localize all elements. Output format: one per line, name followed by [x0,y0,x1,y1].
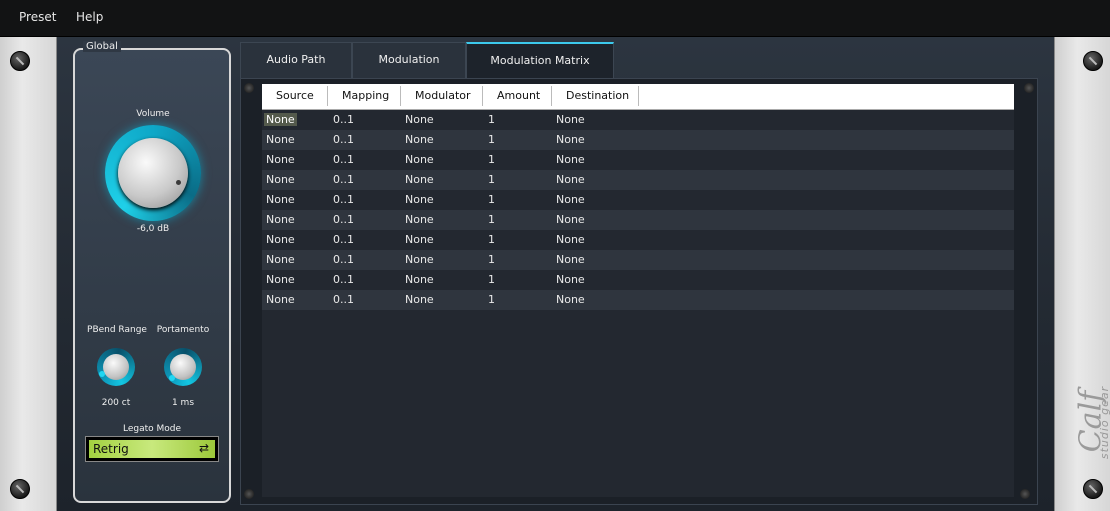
cell-destination[interactable]: None [556,213,585,226]
cell-modulator[interactable]: None [405,213,434,226]
table-row[interactable]: None 0..1 None 1 None [262,230,1014,250]
cell-modulator[interactable]: None [405,253,434,266]
cell-source[interactable]: None [266,213,295,226]
volume-value: -6,0 dB [136,224,170,234]
cell-source[interactable]: None [264,113,297,126]
cell-modulator[interactable]: None [405,133,434,146]
cell-destination[interactable]: None [556,293,585,306]
legato-label: Legato Mode [122,424,182,434]
corner-screw-icon [244,83,254,93]
menu-preset[interactable]: Preset [19,10,56,24]
cell-amount[interactable]: 1 [488,193,495,206]
screw-icon [1083,479,1103,499]
cell-modulator[interactable]: None [405,293,434,306]
cell-destination[interactable]: None [556,273,585,286]
cell-mapping[interactable]: 0..1 [333,293,354,306]
cell-destination[interactable]: None [556,153,585,166]
cell-source[interactable]: None [266,133,295,146]
cell-amount[interactable]: 1 [488,293,495,306]
portamento-knob[interactable] [164,348,202,386]
pbend-value: 200 ct [101,398,131,408]
menu-bar: Preset Help [0,0,1110,37]
rack-ear-left [0,37,57,511]
tab-modulation[interactable]: Modulation [352,42,466,78]
col-mapping[interactable]: Mapping [342,89,389,102]
cell-amount[interactable]: 1 [488,253,495,266]
cell-destination[interactable]: None [556,193,585,206]
cell-source[interactable]: None [266,173,295,186]
volume-label: Volume [136,109,170,119]
screw-icon [10,479,30,499]
global-title: Global [83,41,121,52]
cell-mapping[interactable]: 0..1 [333,213,354,226]
cell-mapping[interactable]: 0..1 [333,253,354,266]
screw-icon [10,51,30,71]
corner-screw-icon [1024,83,1034,93]
swap-arrows-icon: ⇄ [199,441,210,455]
cell-destination[interactable]: None [556,253,585,266]
cell-mapping[interactable]: 0..1 [333,173,354,186]
cell-amount[interactable]: 1 [488,233,495,246]
cell-modulator[interactable]: None [405,153,434,166]
table-row[interactable]: None 0..1 None 1 None [262,250,1014,270]
cell-mapping[interactable]: 0..1 [333,113,354,126]
col-modulator[interactable]: Modulator [415,89,471,102]
table-row[interactable]: None 0..1 None 1 None [262,270,1014,290]
cell-modulator[interactable]: None [405,273,434,286]
menu-help[interactable]: Help [76,10,103,24]
matrix-header: Source Mapping Modulator Amount Destinat… [262,84,1014,110]
cell-amount[interactable]: 1 [488,173,495,186]
table-row[interactable]: None 0..1 None 1 None [262,290,1014,310]
cell-amount[interactable]: 1 [488,273,495,286]
portamento-label: Portamento [156,325,210,335]
volume-knob[interactable] [105,125,201,221]
col-source[interactable]: Source [276,89,314,102]
cell-mapping[interactable]: 0..1 [333,193,354,206]
table-row[interactable]: None 0..1 None 1 None [262,150,1014,170]
table-row[interactable]: None 0..1 None 1 None [262,170,1014,190]
table-row[interactable]: None 0..1 None 1 None [262,210,1014,230]
cell-modulator[interactable]: None [405,233,434,246]
cell-amount[interactable]: 1 [488,153,495,166]
cell-mapping[interactable]: 0..1 [333,133,354,146]
cell-modulator[interactable]: None [405,173,434,186]
cell-mapping[interactable]: 0..1 [333,273,354,286]
tab-audio-path[interactable]: Audio Path [240,42,352,78]
cell-destination[interactable]: None [556,133,585,146]
table-row[interactable]: None 0..1 None 1 None [262,110,1014,130]
cell-source[interactable]: None [266,273,295,286]
legato-value: Retrig [93,442,129,456]
tab-modulation-matrix[interactable]: Modulation Matrix [466,42,614,78]
calf-logo: Calf studio gear [1073,385,1110,460]
cell-amount[interactable]: 1 [488,213,495,226]
cell-destination[interactable]: None [556,173,585,186]
pbend-knob[interactable] [97,348,135,386]
cell-modulator[interactable]: None [405,113,434,126]
corner-screw-icon [1020,489,1030,499]
cell-source[interactable]: None [266,293,295,306]
cell-mapping[interactable]: 0..1 [333,153,354,166]
portamento-value: 1 ms [171,398,195,408]
cell-modulator[interactable]: None [405,193,434,206]
cell-source[interactable]: None [266,153,295,166]
cell-source[interactable]: None [266,193,295,206]
col-destination[interactable]: Destination [566,89,629,102]
col-amount[interactable]: Amount [497,89,540,102]
corner-screw-icon [244,489,254,499]
cell-amount[interactable]: 1 [488,113,495,126]
legato-mode-select[interactable]: Retrig ⇄ [85,436,219,462]
cell-source[interactable]: None [266,253,295,266]
screw-icon [1083,51,1103,71]
cell-amount[interactable]: 1 [488,133,495,146]
cell-mapping[interactable]: 0..1 [333,233,354,246]
cell-source[interactable]: None [266,233,295,246]
cell-destination[interactable]: None [556,233,585,246]
cell-destination[interactable]: None [556,113,585,126]
table-row[interactable]: None 0..1 None 1 None [262,130,1014,150]
pbend-label: PBend Range [87,325,147,335]
table-row[interactable]: None 0..1 None 1 None [262,190,1014,210]
